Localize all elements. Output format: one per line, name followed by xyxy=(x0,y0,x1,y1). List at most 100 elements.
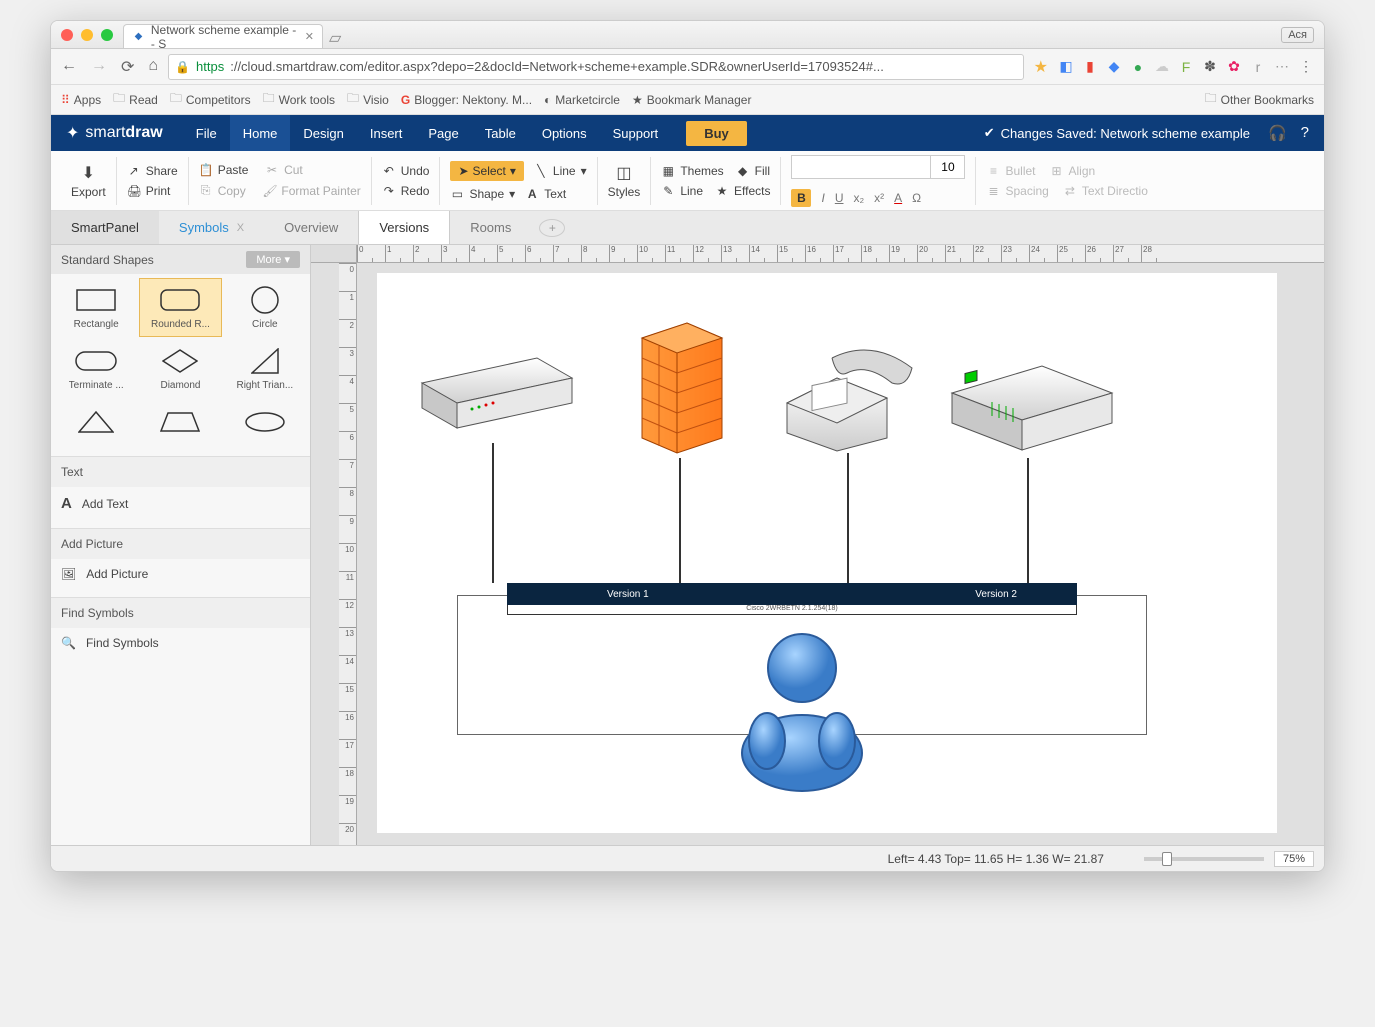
connector[interactable] xyxy=(1027,458,1029,583)
add-picture-button[interactable]: 🖼Add Picture xyxy=(51,559,310,589)
connector[interactable] xyxy=(492,443,494,583)
version-bar[interactable]: Version 1 Version 2 xyxy=(507,583,1077,605)
spacing-button[interactable]: ≣Spacing xyxy=(986,184,1048,198)
close-icon[interactable]: X xyxy=(237,222,244,234)
select-tool[interactable]: ➤Select▾ xyxy=(450,161,523,181)
superscript-button[interactable]: x² xyxy=(874,191,884,205)
menu-table[interactable]: Table xyxy=(472,115,529,151)
italic-button[interactable]: I xyxy=(821,191,824,205)
help-icon[interactable]: ? xyxy=(1301,124,1309,142)
fill-button[interactable]: ◆Fill xyxy=(736,164,770,178)
minimize-window-button[interactable] xyxy=(81,29,93,41)
canvas[interactable]: Version 1 Version 2 Cisco 2WRBETN 2.1.25… xyxy=(357,263,1324,845)
bookmark-item[interactable]: GBlogger: Nektony. M... xyxy=(401,93,532,107)
tab-versions[interactable]: Versions xyxy=(358,211,450,244)
other-bookmarks[interactable]: 🗀Other Bookmarks xyxy=(1205,89,1314,110)
font-family-input[interactable] xyxy=(791,155,931,179)
url-input[interactable]: 🔒 https://cloud.smartdraw.com/editor.asp… xyxy=(168,54,1024,80)
phone-shape[interactable] xyxy=(777,343,927,453)
sub-bar[interactable]: Cisco 2WRBETN 2.1.254(18) xyxy=(507,605,1077,615)
bookmark-item[interactable]: ★Bookmark Manager xyxy=(632,93,751,107)
bullet-button[interactable]: ≡Bullet xyxy=(986,164,1035,178)
bookmark-folder[interactable]: 🗀Work tools xyxy=(263,89,335,110)
text-tool[interactable]: AText xyxy=(525,187,566,201)
bold-button[interactable]: B xyxy=(791,189,811,207)
home-button[interactable]: ⌂ xyxy=(148,57,158,77)
connector[interactable] xyxy=(679,458,681,583)
subscript-button[interactable]: x₂ xyxy=(853,191,864,205)
close-tab-icon[interactable]: ✕ xyxy=(305,30,314,43)
tab-rooms[interactable]: Rooms xyxy=(450,211,531,244)
print-button[interactable]: 🖨Print xyxy=(127,184,178,198)
page[interactable]: Version 1 Version 2 Cisco 2WRBETN 2.1.25… xyxy=(377,273,1277,833)
buy-button[interactable]: Buy xyxy=(686,121,747,146)
browser-tab[interactable]: ◆ Network scheme example -- S ✕ xyxy=(123,24,323,48)
effects-button[interactable]: ★Effects xyxy=(715,184,770,198)
back-button[interactable]: ← xyxy=(61,57,77,77)
more-button[interactable]: More ▾ xyxy=(246,251,300,268)
menu-options[interactable]: Options xyxy=(529,115,600,151)
ext-icon[interactable]: ✽ xyxy=(1202,58,1218,75)
star-icon[interactable]: ★ xyxy=(1034,57,1048,77)
font-size-input[interactable] xyxy=(931,155,965,179)
format-painter-button[interactable]: 🖌Format Painter xyxy=(262,184,360,198)
underline-button[interactable]: U xyxy=(835,191,844,205)
shape-diamond[interactable]: Diamond xyxy=(139,339,221,398)
shape-ellipse[interactable] xyxy=(224,400,306,444)
router-shape[interactable] xyxy=(947,358,1117,458)
ext-icon[interactable]: ◆ xyxy=(1106,58,1122,75)
menu-insert[interactable]: Insert xyxy=(357,115,416,151)
shape-terminate[interactable]: Terminate ... xyxy=(55,339,137,398)
shape-circle[interactable]: Circle xyxy=(224,278,306,337)
omega-button[interactable]: Ω xyxy=(912,191,921,205)
shape-tool[interactable]: ▭Shape ▾ xyxy=(450,187,515,201)
shape-trapezoid[interactable] xyxy=(139,400,221,444)
zoom-value[interactable]: 75% xyxy=(1274,851,1314,867)
chrome-menu-icon[interactable]: ⋮ xyxy=(1298,58,1314,75)
switch-shape[interactable] xyxy=(417,353,577,443)
redo-button[interactable]: ↷Redo xyxy=(382,184,430,198)
menu-home[interactable]: Home xyxy=(230,115,291,151)
shape-rounded-rect[interactable]: Rounded R... xyxy=(139,278,221,337)
undo-button[interactable]: ↶Undo xyxy=(382,164,430,178)
ext-icon[interactable]: ☁ xyxy=(1154,58,1170,75)
ext-icon[interactable]: ● xyxy=(1130,59,1146,75)
add-text-button[interactable]: AAdd Text xyxy=(51,487,310,520)
line-style-button[interactable]: ✎Line xyxy=(661,184,703,198)
ext-icon[interactable]: ⋯ xyxy=(1274,58,1290,75)
find-symbols-button[interactable]: 🔍Find Symbols xyxy=(51,628,310,658)
tab-symbols[interactable]: SymbolsX xyxy=(159,211,264,244)
share-button[interactable]: ↗Share xyxy=(127,164,178,178)
paste-button[interactable]: 📋Paste ✂Cut xyxy=(199,163,361,177)
apps-button[interactable]: ⠿Apps xyxy=(61,93,101,107)
cut-button[interactable]: ✂Cut xyxy=(265,163,303,177)
user-shape[interactable] xyxy=(737,623,867,793)
zoom-thumb[interactable] xyxy=(1162,852,1172,866)
menu-page[interactable]: Page xyxy=(415,115,471,151)
ext-icon[interactable]: ▮ xyxy=(1082,58,1098,75)
export-label[interactable]: Export xyxy=(71,185,106,199)
menu-support[interactable]: Support xyxy=(600,115,672,151)
styles-label[interactable]: Styles xyxy=(608,185,641,199)
profile-chip[interactable]: Ася xyxy=(1281,27,1314,43)
tab-smartpanel[interactable]: SmartPanel xyxy=(51,211,159,244)
firewall-shape[interactable] xyxy=(637,318,727,458)
menu-file[interactable]: File xyxy=(183,115,230,151)
bookmark-folder[interactable]: 🗀Competitors xyxy=(170,89,251,110)
shape-right-triangle[interactable]: Right Trian... xyxy=(224,339,306,398)
text-color-button[interactable]: A xyxy=(894,191,902,205)
add-tab-button[interactable]: + xyxy=(539,219,565,237)
shape-triangle[interactable] xyxy=(55,400,137,444)
close-window-button[interactable] xyxy=(61,29,73,41)
headset-icon[interactable]: 🎧 xyxy=(1268,124,1287,142)
ext-icon[interactable]: F xyxy=(1178,59,1194,75)
smartdraw-logo[interactable]: ✦ smartdraw xyxy=(66,123,163,143)
menu-design[interactable]: Design xyxy=(290,115,356,151)
ext-icon[interactable]: r xyxy=(1250,59,1266,75)
bookmark-folder[interactable]: 🗀Visio xyxy=(347,89,389,110)
ext-icon[interactable]: ✿ xyxy=(1226,58,1242,75)
align-button[interactable]: ⊞Align xyxy=(1050,164,1096,178)
bookmark-folder[interactable]: 🗀Read xyxy=(113,89,158,110)
maximize-window-button[interactable] xyxy=(101,29,113,41)
styles-icon[interactable]: ◫ xyxy=(616,163,631,183)
